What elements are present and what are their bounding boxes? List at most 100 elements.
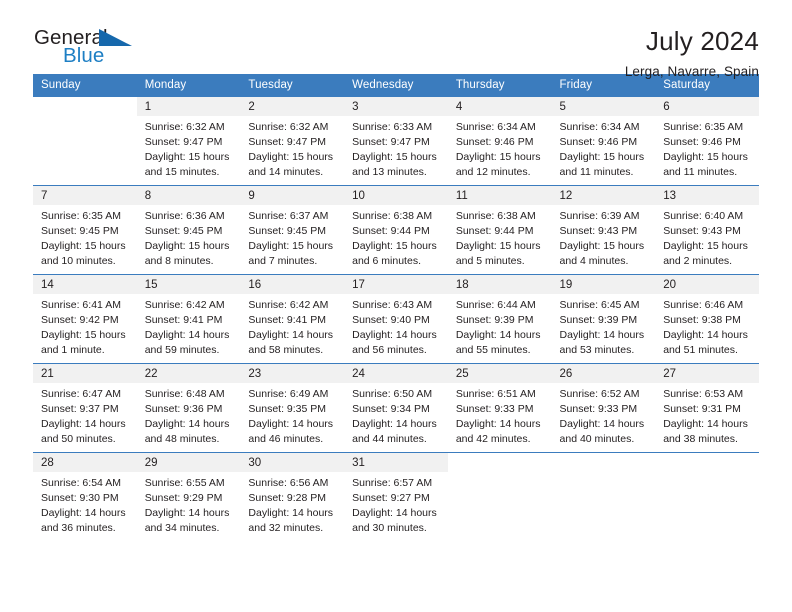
sunset-text: Sunset: 9:39 PM: [559, 313, 638, 326]
sunrise-text: Sunrise: 6:35 AM: [663, 121, 744, 133]
general-blue-logo[interactable]: General Blue: [33, 26, 163, 74]
calendar-day-cell[interactable]: 9 Sunrise: 6:37 AM Sunset: 9:45 PM Daylight…: [240, 185, 345, 275]
sunset-text: Sunset: 9:36 PM: [144, 402, 223, 415]
calendar-day-cell[interactable]: 20 Sunrise: 6:46 AM Sunset: 9:38 PM Dayligh…: [655, 274, 759, 364]
day-details: Sunrise: 6:45 AM Sunset: 9:39 PM Daylight:…: [552, 294, 656, 358]
day-details: Sunrise: 6:39 AM Sunset: 9:43 PM Daylight:…: [552, 205, 656, 269]
day-details: Sunrise: 6:34 AM Sunset: 9:46 PM Daylight:…: [552, 116, 656, 180]
day-cell-inner: [655, 453, 759, 542]
calendar-day-cell[interactable]: 28 Sunrise: 6:54 AM Sunset: 9:30 PM Dayligh…: [33, 452, 137, 542]
day-details: Sunrise: 6:37 AM Sunset: 9:45 PM Daylight:…: [240, 205, 344, 269]
day-cell-inner: 29 Sunrise: 6:55 AM Sunset: 9:29 PM Dayligh…: [136, 453, 241, 542]
sunset-text: Sunset: 9:44 PM: [352, 224, 430, 237]
day-number: [33, 97, 137, 116]
day-cell-inner: 23 Sunrise: 6:49 AM Sunset: 9:35 PM Dayligh…: [240, 364, 345, 452]
calendar-day-cell[interactable]: 27 Sunrise: 6:53 AM Sunset: 9:31 PM Dayligh…: [655, 363, 759, 453]
day-cell-inner: 10 Sunrise: 6:38 AM Sunset: 9:44 PM Dayligh…: [344, 186, 448, 274]
calendar-day-cell[interactable]: 31 Sunrise: 6:57 AM Sunset: 9:27 PM Dayligh…: [344, 452, 448, 542]
sunrise-text: Sunrise: 6:42 AM: [144, 299, 225, 311]
day-cell-inner: 15 Sunrise: 6:42 AM Sunset: 9:41 PM Dayligh…: [136, 275, 241, 363]
day-number: 4: [447, 97, 552, 116]
day-cell-inner: [33, 97, 137, 185]
calendar-day-cell[interactable]: 7 Sunrise: 6:35 AM Sunset: 9:45 PM Daylight…: [33, 185, 137, 275]
calendar-day-cell[interactable]: 29 Sunrise: 6:55 AM Sunset: 9:29 PM Dayligh…: [136, 452, 241, 542]
calendar-day-cell[interactable]: 17 Sunrise: 6:43 AM Sunset: 9:40 PM Dayligh…: [344, 274, 448, 364]
day-details: Sunrise: 6:41 AM Sunset: 9:42 PM Daylight:…: [33, 294, 137, 358]
calendar-day-cell[interactable]: 5 Sunrise: 6:34 AM Sunset: 9:46 PM Daylight…: [551, 96, 656, 186]
daylight-text: Daylight: 14 hours and 30 minutes.: [352, 506, 437, 534]
weekday-header-thursday: Thursday: [447, 74, 552, 97]
daylight-text: Daylight: 14 hours and 48 minutes.: [144, 417, 230, 445]
calendar-day-cell-empty: [655, 452, 759, 542]
day-number: 27: [655, 364, 759, 383]
daylight-text: Daylight: 14 hours and 50 minutes.: [41, 417, 126, 445]
page-subtitle: Lerga, Navarre, Spain: [624, 64, 759, 80]
sunset-text: Sunset: 9:41 PM: [144, 313, 223, 326]
calendar-day-cell[interactable]: 13 Sunrise: 6:40 AM Sunset: 9:43 PM Dayligh…: [655, 185, 759, 275]
sunrise-text: Sunrise: 6:41 AM: [41, 299, 121, 311]
day-cell-inner: 14 Sunrise: 6:41 AM Sunset: 9:42 PM Dayligh…: [33, 275, 137, 363]
calendar-day-cell[interactable]: 4 Sunrise: 6:34 AM Sunset: 9:46 PM Daylight…: [447, 96, 552, 186]
sunrise-text: Sunrise: 6:40 AM: [663, 210, 744, 222]
daylight-text: Daylight: 15 hours and 14 minutes.: [248, 150, 334, 178]
sunrise-text: Sunrise: 6:43 AM: [352, 299, 433, 311]
sunset-text: Sunset: 9:35 PM: [248, 402, 327, 415]
day-number: 30: [240, 453, 345, 472]
day-number: 12: [551, 186, 656, 205]
sunset-text: Sunset: 9:43 PM: [559, 224, 638, 237]
day-cell-inner: 28 Sunrise: 6:54 AM Sunset: 9:30 PM Dayligh…: [33, 453, 137, 542]
weekday-header-wednesday: Wednesday: [344, 74, 448, 97]
calendar-day-cell[interactable]: 3 Sunrise: 6:33 AM Sunset: 9:47 PM Daylight…: [344, 96, 448, 186]
sunrise-text: Sunrise: 6:35 AM: [41, 210, 121, 222]
sunset-text: Sunset: 9:41 PM: [248, 313, 327, 326]
calendar-day-cell[interactable]: 21 Sunrise: 6:47 AM Sunset: 9:37 PM Dayligh…: [33, 363, 137, 453]
daylight-text: Daylight: 15 hours and 2 minutes.: [663, 239, 748, 267]
daylight-text: Daylight: 15 hours and 8 minutes.: [144, 239, 230, 267]
calendar-day-cell[interactable]: 10 Sunrise: 6:38 AM Sunset: 9:44 PM Dayligh…: [344, 185, 448, 275]
calendar-day-cell[interactable]: 15 Sunrise: 6:42 AM Sunset: 9:41 PM Dayligh…: [136, 274, 241, 364]
calendar-day-cell[interactable]: 6 Sunrise: 6:35 AM Sunset: 9:46 PM Daylight…: [655, 96, 759, 186]
calendar-day-cell[interactable]: 12 Sunrise: 6:39 AM Sunset: 9:43 PM Dayligh…: [551, 185, 656, 275]
calendar-day-cell[interactable]: 14 Sunrise: 6:41 AM Sunset: 9:42 PM Dayligh…: [33, 274, 137, 364]
sunrise-text: Sunrise: 6:48 AM: [144, 388, 225, 400]
calendar-day-cell[interactable]: 23 Sunrise: 6:49 AM Sunset: 9:35 PM Dayligh…: [240, 363, 345, 453]
calendar-week-row: 21 Sunrise: 6:47 AM Sunset: 9:37 PM Dayligh…: [33, 363, 759, 453]
day-details: Sunrise: 6:40 AM Sunset: 9:43 PM Daylight:…: [655, 205, 759, 269]
weekday-header-tuesday: Tuesday: [240, 74, 345, 97]
daylight-text: Daylight: 15 hours and 11 minutes.: [663, 150, 748, 178]
sunrise-text: Sunrise: 6:34 AM: [559, 121, 640, 133]
calendar-day-cell[interactable]: 11 Sunrise: 6:38 AM Sunset: 9:44 PM Dayligh…: [447, 185, 552, 275]
day-details: Sunrise: 6:33 AM Sunset: 9:47 PM Daylight:…: [344, 116, 448, 180]
calendar-day-cell[interactable]: 22 Sunrise: 6:48 AM Sunset: 9:36 PM Dayligh…: [136, 363, 241, 453]
day-cell-inner: 17 Sunrise: 6:43 AM Sunset: 9:40 PM Dayligh…: [344, 275, 448, 363]
day-number: 20: [655, 275, 759, 294]
calendar-day-cell[interactable]: 2 Sunrise: 6:32 AM Sunset: 9:47 PM Daylight…: [240, 96, 345, 186]
calendar-day-cell[interactable]: 19 Sunrise: 6:45 AM Sunset: 9:39 PM Dayligh…: [551, 274, 656, 364]
sunrise-text: Sunrise: 6:52 AM: [559, 388, 640, 400]
sunset-text: Sunset: 9:47 PM: [248, 135, 327, 148]
day-number: 31: [344, 453, 448, 472]
day-cell-inner: 4 Sunrise: 6:34 AM Sunset: 9:46 PM Daylight…: [447, 97, 552, 185]
day-details: Sunrise: 6:35 AM Sunset: 9:46 PM Daylight:…: [655, 116, 759, 180]
sunrise-text: Sunrise: 6:53 AM: [663, 388, 744, 400]
calendar-day-cell[interactable]: 26 Sunrise: 6:52 AM Sunset: 9:33 PM Dayligh…: [551, 363, 656, 453]
daylight-text: Daylight: 14 hours and 53 minutes.: [559, 328, 645, 356]
calendar-day-cell[interactable]: 30 Sunrise: 6:56 AM Sunset: 9:28 PM Dayligh…: [240, 452, 345, 542]
calendar-day-cell[interactable]: 8 Sunrise: 6:36 AM Sunset: 9:45 PM Daylight…: [136, 185, 241, 275]
day-number: 22: [136, 364, 241, 383]
day-cell-inner: 26 Sunrise: 6:52 AM Sunset: 9:33 PM Dayligh…: [551, 364, 656, 452]
day-number: 24: [344, 364, 448, 383]
day-cell-inner: 9 Sunrise: 6:37 AM Sunset: 9:45 PM Daylight…: [240, 186, 345, 274]
day-details: Sunrise: 6:36 AM Sunset: 9:45 PM Daylight:…: [137, 205, 241, 269]
calendar-day-cell[interactable]: 24 Sunrise: 6:50 AM Sunset: 9:34 PM Dayligh…: [344, 363, 448, 453]
calendar-day-cell[interactable]: 16 Sunrise: 6:42 AM Sunset: 9:41 PM Dayligh…: [240, 274, 345, 364]
day-cell-inner: [448, 453, 552, 542]
calendar-day-cell[interactable]: 18 Sunrise: 6:44 AM Sunset: 9:39 PM Dayligh…: [447, 274, 552, 364]
day-cell-inner: 12 Sunrise: 6:39 AM Sunset: 9:43 PM Dayligh…: [551, 186, 656, 274]
calendar-day-cell[interactable]: 1 Sunrise: 6:32 AM Sunset: 9:47 PM Daylight…: [136, 96, 241, 186]
daylight-text: Daylight: 15 hours and 4 minutes.: [559, 239, 645, 267]
day-number: 1: [136, 97, 241, 116]
calendar-day-cell[interactable]: 25 Sunrise: 6:51 AM Sunset: 9:33 PM Dayligh…: [447, 363, 552, 453]
day-cell-inner: 20 Sunrise: 6:46 AM Sunset: 9:38 PM Dayligh…: [655, 275, 759, 363]
day-number: 26: [551, 364, 656, 383]
